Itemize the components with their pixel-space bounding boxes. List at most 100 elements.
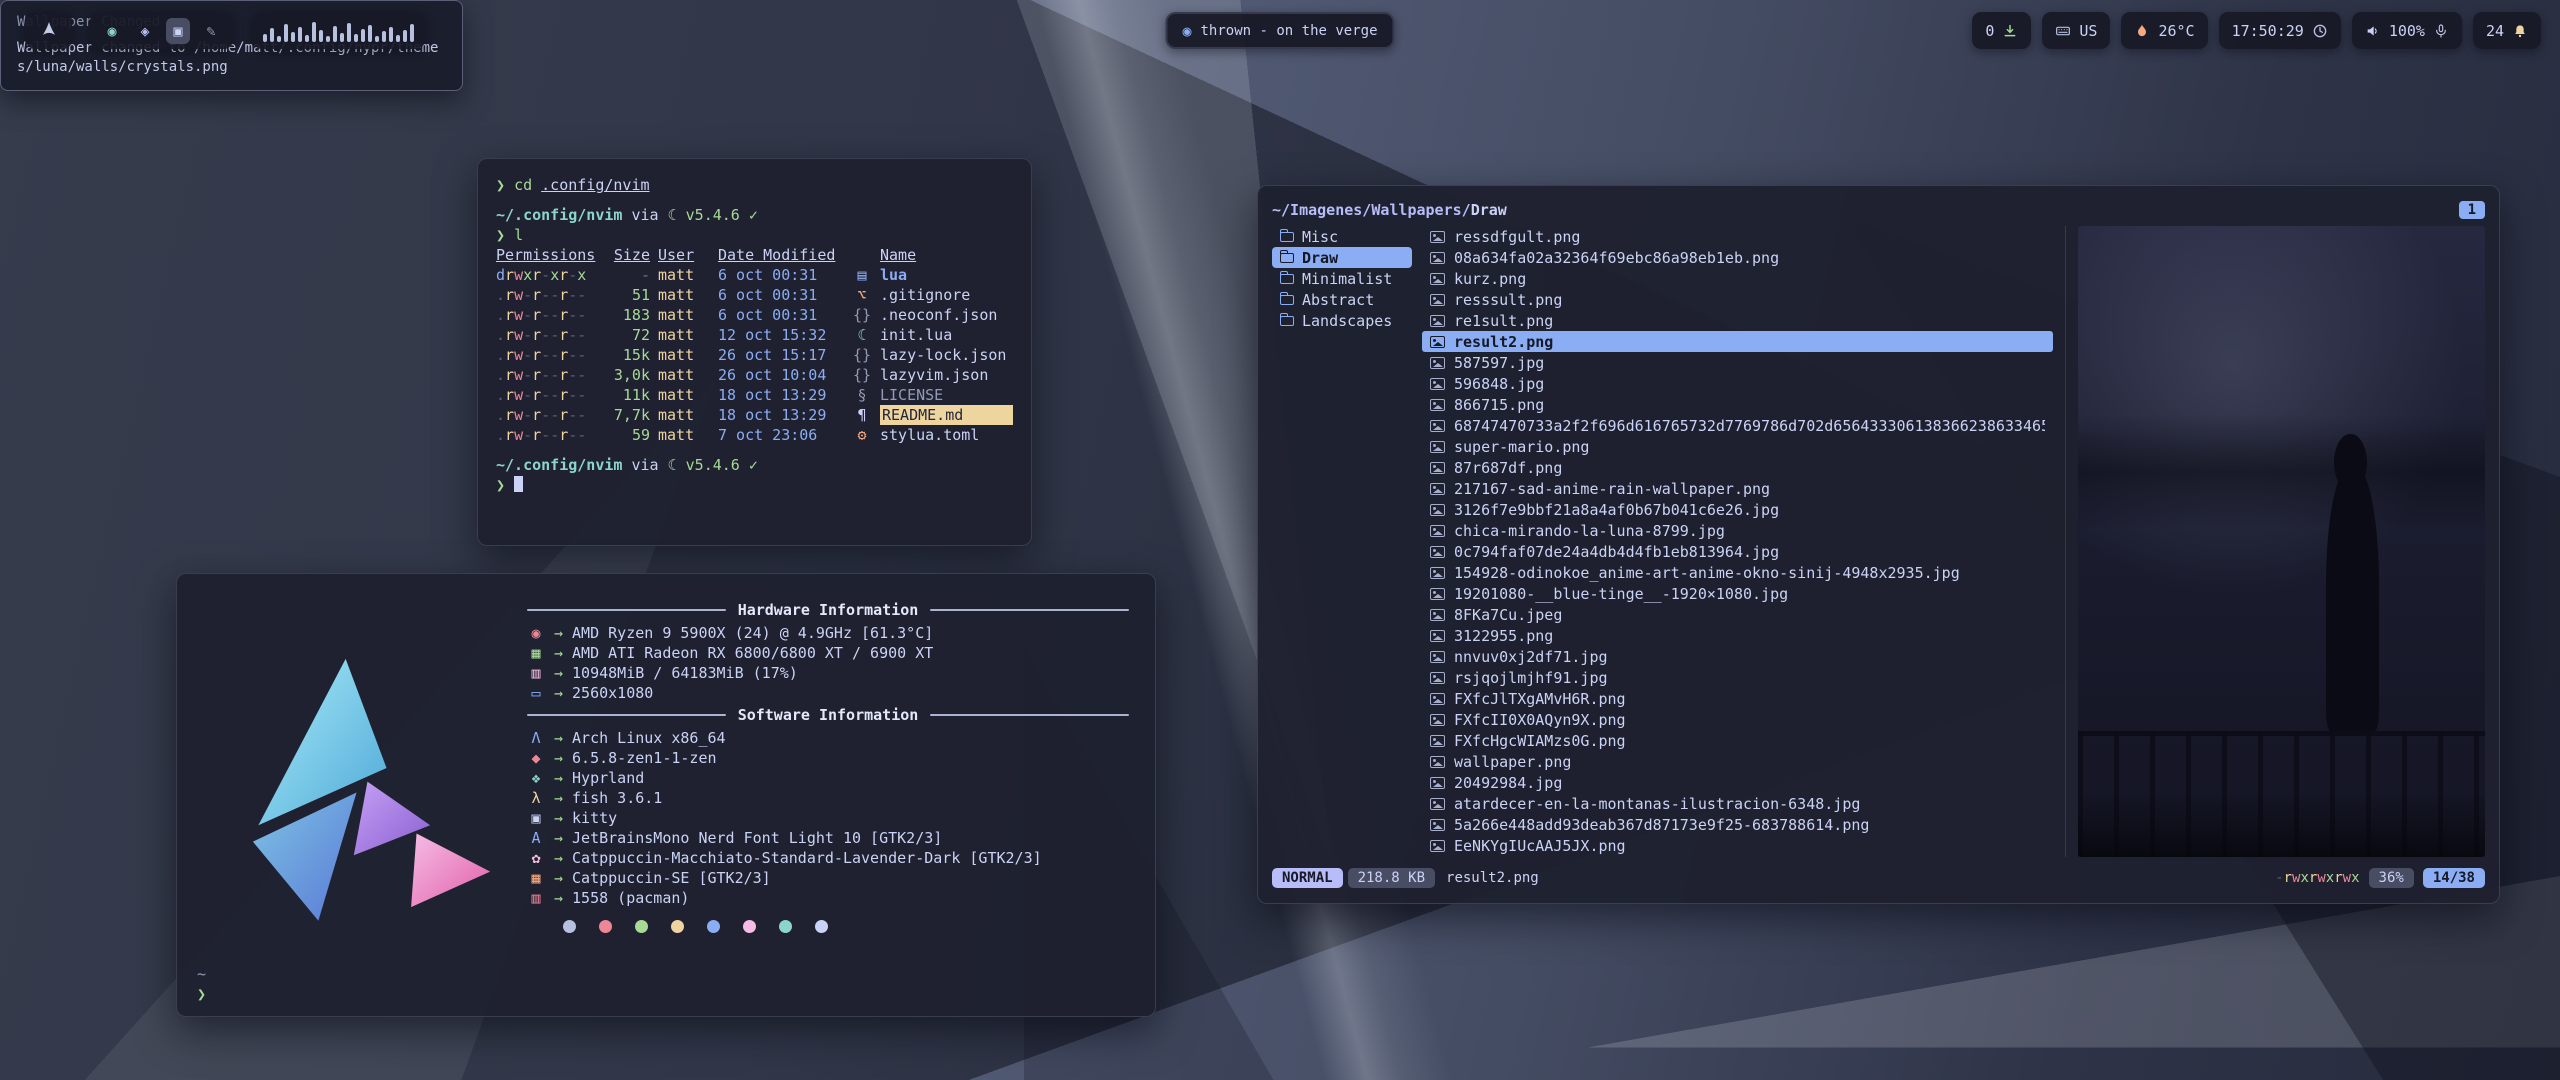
text-cursor <box>514 476 523 492</box>
file-manager-window[interactable]: ~/Imagenes/Wallpapers/ Draw 1 Misc Draw … <box>1257 185 2500 904</box>
file-list-item[interactable]: 87r687df.png <box>1422 457 2053 478</box>
breadcrumb-prefix: ~/Imagenes/Wallpapers/ <box>1272 201 1471 219</box>
file-list-item[interactable]: super-mario.png <box>1422 436 2053 457</box>
terminal-window[interactable]: ❯ cd .config/nvim ~/.config/nvim via ☾ v… <box>477 158 1032 546</box>
filetype-icon: ¶ <box>852 405 872 425</box>
file-list-item[interactable]: ressdfgult.png <box>1422 226 2053 247</box>
file-list-item[interactable]: EeNKYgIUcAAJ5JX.png <box>1422 835 2053 856</box>
software-item-icon: ▥ <box>527 888 545 908</box>
image-file-icon <box>1430 273 1445 285</box>
file-list-item[interactable]: 8FKa7Cu.jpeg <box>1422 604 2053 625</box>
visualizer-bar <box>312 22 316 42</box>
filename-cell: lazyvim.json <box>880 365 1013 385</box>
sidebar-folder-item[interactable]: Landscapes <box>1272 310 1412 331</box>
file-list-item[interactable]: result2.png <box>1422 331 2053 352</box>
image-file-icon <box>1430 567 1445 579</box>
file-list-item[interactable]: 866715.png <box>1422 394 2053 415</box>
updates-module[interactable]: 0 <box>1972 12 2031 49</box>
terminal-command-line: ❯ l <box>496 225 1013 245</box>
fetch-info-line: ▦ Catppuccin-SE [GTK2/3] <box>527 868 1129 888</box>
terminal-input-line[interactable]: ❯ <box>496 475 1013 495</box>
file-list-item[interactable]: 154928-odinokoe_anime-art-anime-okno-sin… <box>1422 562 2053 583</box>
size-cell: 11k <box>604 385 650 405</box>
file-list-item[interactable]: FXfcHgcWIAMzs0G.png <box>1422 730 2053 751</box>
date-cell: 6 oct 00:31 <box>718 305 844 325</box>
notifications-module[interactable]: 24 <box>2473 12 2541 49</box>
folder-name: Landscapes <box>1302 312 1392 330</box>
workspace-3-active[interactable]: ▣ <box>166 18 190 44</box>
file-name: 08a634fa02a32364f69ebc86a98eb1eb.png <box>1454 249 1779 267</box>
file-list-item[interactable]: 217167-sad-anime-rain-wallpaper.png <box>1422 478 2053 499</box>
file-list-item[interactable]: 19201080-__blue-tinge__-1920×1080.jpg <box>1422 583 2053 604</box>
file-list-item[interactable]: resssult.png <box>1422 289 2053 310</box>
filetype-icon: ▤ <box>852 265 872 285</box>
date-cell: 26 oct 15:17 <box>718 345 844 365</box>
filetype-icon: {} <box>852 305 872 325</box>
fetch-info-line: λ fish 3.6.1 <box>527 788 1129 808</box>
temperature-module[interactable]: 26°C <box>2121 12 2207 49</box>
file-list-item[interactable]: wallpaper.png <box>1422 751 2053 772</box>
visualizer-bar <box>347 23 351 42</box>
file-name: 19201080-__blue-tinge__-1920×1080.jpg <box>1454 585 1788 603</box>
file-list-item[interactable]: 3122955.png <box>1422 625 2053 646</box>
file-list-item[interactable]: FXfcJlTXgAMvH6R.png <box>1422 688 2053 709</box>
fetch-info-line: A JetBrainsMono Nerd Font Light 10 [GTK2… <box>527 828 1129 848</box>
file-list-item[interactable]: FXfcII0X0AQyn9X.png <box>1422 709 2053 730</box>
filename-cell: init.lua <box>880 325 1013 345</box>
sidebar-folder-item[interactable]: Misc <box>1272 226 1412 247</box>
workspace-1[interactable]: ◉ <box>100 18 124 44</box>
fetch-info-line: ✿ Catppuccin-Macchiato-Standard-Lavender… <box>527 848 1129 868</box>
fetch-line-text: AMD ATI Radeon RX 6800/6800 XT / 6900 XT <box>572 643 933 663</box>
file-list-item[interactable]: 0c794faf07de24a4db4d4fb1eb813964.jpg <box>1422 541 2053 562</box>
file-list-item[interactable]: nnvuv0xj2df71.jpg <box>1422 646 2053 667</box>
user-cell: matt <box>658 305 710 325</box>
image-file-icon <box>1430 504 1445 516</box>
fetch-info-line: ▭ 2560x1080 <box>527 683 1129 703</box>
sidebar-folder-item[interactable]: Draw <box>1272 247 1412 268</box>
image-file-icon <box>1430 252 1445 264</box>
permissions-cell: .rw-r--r-- <box>496 405 596 425</box>
tab-indicator[interactable]: 1 <box>2459 201 2485 219</box>
sidebar-folder-item[interactable]: Abstract <box>1272 289 1412 310</box>
visualizer-bar <box>326 36 330 42</box>
file-list-item[interactable]: 08a634fa02a32364f69ebc86a98eb1eb.png <box>1422 247 2053 268</box>
file-list-item[interactable]: kurz.png <box>1422 268 2053 289</box>
fetch-line-text: 2560x1080 <box>572 683 653 703</box>
file-list-item[interactable]: 587597.jpg <box>1422 352 2053 373</box>
keyboard-layout-module[interactable]: US <box>2042 12 2110 49</box>
file-list-item[interactable]: 20492984.jpg <box>1422 772 2053 793</box>
file-list-item[interactable]: chica-mirando-la-luna-8799.jpg <box>1422 520 2053 541</box>
listing-row: .rw-r--r-- 59 matt 7 oct 23:06 ⚙ stylua.… <box>496 425 1013 445</box>
file-size-badge: 218.8 KB <box>1348 868 1435 888</box>
fetch-window[interactable]: Hardware Information ◉ AMD Ryzen 9 5900X… <box>176 573 1156 1017</box>
file-list-item[interactable]: 68747470733a2f2f696d616765732d7769786d70… <box>1422 415 2053 436</box>
file-list-item[interactable]: 5a266e448add93deab367d87173e9f25-6837886… <box>1422 814 2053 835</box>
clock-module[interactable]: 17:50:29 <box>2219 12 2341 49</box>
visualizer-bar <box>291 32 295 42</box>
workspace-4[interactable]: ✎ <box>199 18 223 44</box>
filename-cell: README.md <box>880 405 1013 425</box>
file-name: 596848.jpg <box>1454 375 1544 393</box>
workspace-2[interactable]: ◈ <box>133 18 157 44</box>
file-list-item[interactable]: atardecer-en-la-montanas-ilustracion-634… <box>1422 793 2053 814</box>
arrow-icon <box>554 888 563 908</box>
audio-visualizer <box>253 12 425 49</box>
software-section-header: Software Information <box>527 705 1129 725</box>
visualizer-bar <box>403 30 407 42</box>
image-file-icon <box>1430 231 1445 243</box>
volume-module[interactable]: 100% <box>2352 12 2462 49</box>
file-list-item[interactable]: re1sult.png <box>1422 310 2053 331</box>
software-item-icon: λ <box>527 788 545 808</box>
launcher-button[interactable] <box>26 12 72 49</box>
media-player-widget[interactable]: ◉ thrown - on the verge <box>1165 12 1394 49</box>
file-listing: drwxr-xr-x - matt 6 oct 00:31 ▤ lua .rw-… <box>496 265 1013 445</box>
file-list-item[interactable]: 596848.jpg <box>1422 373 2053 394</box>
fetch-info-line: ◆ 6.5.8-zen1-1-zen <box>527 748 1129 768</box>
file-list-item[interactable]: 3126f7e9bbf21a8a4af0b67b041c6e26.jpg <box>1422 499 2053 520</box>
sidebar-folder-item[interactable]: Minimalist <box>1272 268 1412 289</box>
arrow-icon <box>554 868 563 888</box>
permissions-cell: .rw-r--r-- <box>496 325 596 345</box>
image-file-icon <box>1430 672 1445 684</box>
image-file-icon <box>1430 525 1445 537</box>
file-list-item[interactable]: rsjqojlmjhf91.jpg <box>1422 667 2053 688</box>
